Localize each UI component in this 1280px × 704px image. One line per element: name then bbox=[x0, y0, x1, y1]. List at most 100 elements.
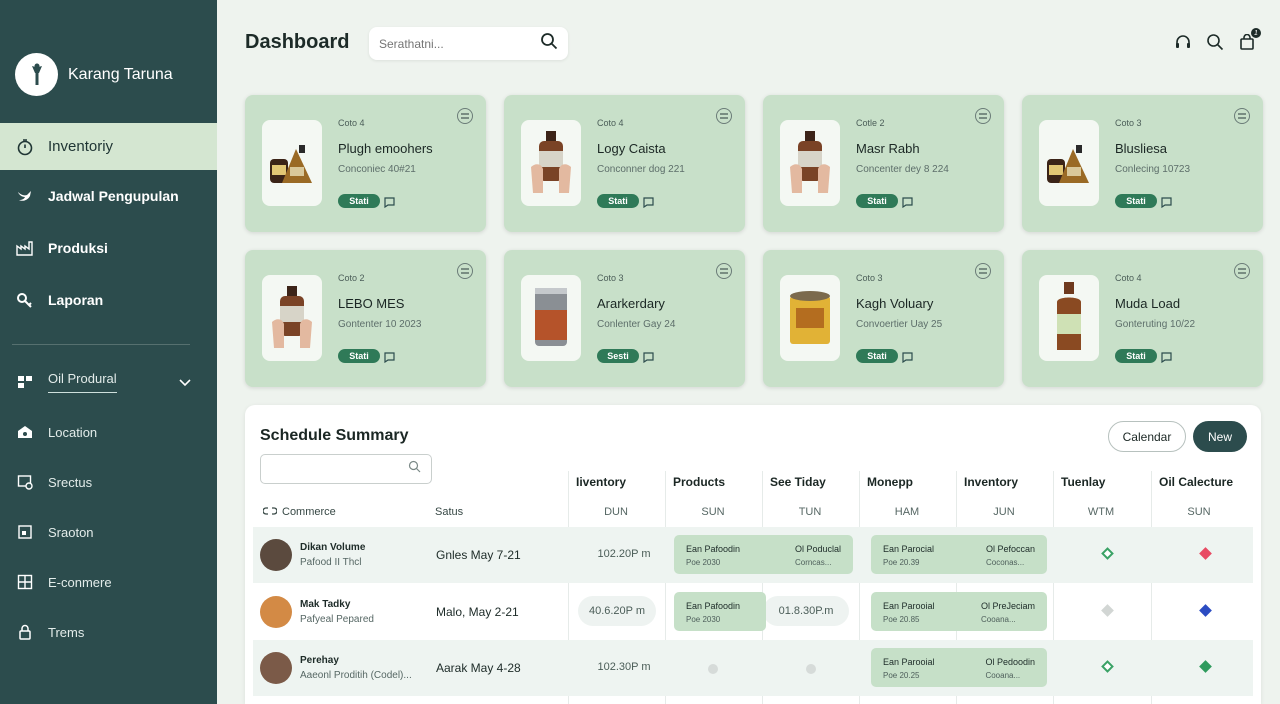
sidebar-item-label: Srectus bbox=[48, 474, 93, 490]
status-diamond-icon[interactable] bbox=[1101, 604, 1114, 617]
sidebar-item-inventory[interactable]: Inventoriy bbox=[0, 123, 217, 170]
product-image bbox=[521, 275, 581, 361]
column-header[interactable]: Inventory bbox=[964, 475, 1018, 489]
column-header[interactable]: Tuenlay bbox=[1061, 475, 1105, 489]
status-badge[interactable]: Stati bbox=[1115, 194, 1157, 208]
column-header[interactable]: Monepp bbox=[867, 475, 913, 489]
product-card[interactable]: Coto 4 Logy Caista Conconner dog 221 Stati bbox=[504, 95, 745, 232]
product-card[interactable]: Cotle 2 Masr Rabh Concenter dey 8 224 Stati bbox=[763, 95, 1004, 232]
filter-icon[interactable] bbox=[716, 108, 732, 124]
time-value: 102.30P m bbox=[597, 661, 651, 673]
sidebar-item-laporan[interactable]: Laporan bbox=[0, 274, 217, 326]
schedule-summary: Schedule Summary Calendar New Commerce Sa… bbox=[245, 405, 1261, 704]
status-badge[interactable]: Stati bbox=[1115, 349, 1157, 363]
status-diamond-icon[interactable] bbox=[1199, 660, 1212, 673]
status-badge[interactable]: Stati bbox=[338, 349, 380, 363]
main-content: Dashboard 1 Coto 4 Plugh emoohers Conconie… bbox=[217, 0, 1280, 704]
sidebar-item-location[interactable]: Location bbox=[0, 407, 217, 457]
headset-icon[interactable] bbox=[1174, 33, 1192, 51]
product-meta: Conlenter Gay 24 bbox=[597, 319, 676, 330]
sidebar-item-jadwal[interactable]: Jadwal Pengupulan bbox=[0, 170, 217, 222]
filter-icon[interactable] bbox=[716, 263, 732, 279]
product-name: Ararkerdary bbox=[597, 296, 665, 311]
status-diamond-icon[interactable] bbox=[1199, 604, 1212, 617]
search-input[interactable] bbox=[379, 36, 529, 51]
row-subtitle: Aaeonl Proditih (Codel)... bbox=[300, 670, 412, 681]
table-row[interactable]: Dikan Volume Pafood II Thcl Gnles May 7-21… bbox=[253, 527, 1253, 583]
sidebar-item-e-conmere[interactable]: E-conmere bbox=[0, 557, 217, 607]
status-badge[interactable]: Stati bbox=[856, 349, 898, 363]
message-icon[interactable] bbox=[384, 350, 395, 364]
sidebar-item-produksi[interactable]: Produksi bbox=[0, 222, 217, 274]
column-header-commerce: Commerce bbox=[262, 506, 336, 518]
avatar bbox=[260, 596, 292, 628]
product-card[interactable]: Coto 3 Blusliesa Conlecing 10723 Stati bbox=[1022, 95, 1263, 232]
schedule-event[interactable]: Ean Pafoodin Poe 2030 bbox=[674, 592, 766, 631]
status-badge[interactable]: Stati bbox=[338, 194, 380, 208]
search-box[interactable] bbox=[369, 27, 568, 60]
status-badge[interactable]: Stati bbox=[597, 194, 639, 208]
message-icon[interactable] bbox=[643, 195, 654, 209]
bag-icon[interactable]: 1 bbox=[1238, 28, 1261, 51]
filter-icon[interactable] bbox=[975, 108, 991, 124]
status-diamond-icon[interactable] bbox=[1101, 547, 1114, 560]
sidebar-item-label: E-conmere bbox=[48, 574, 112, 590]
table-row[interactable]: Mak Tadky Pafyeal Pepared Malo, May 2-21 40… bbox=[253, 584, 1253, 640]
product-image bbox=[780, 275, 840, 361]
sidebar-item-srectus[interactable]: Srectus bbox=[0, 457, 217, 507]
sidebar-item-label: Sraoton bbox=[48, 524, 94, 540]
event-title: Ol PreJeciam bbox=[980, 601, 1035, 611]
notification-badge: 1 bbox=[1251, 28, 1261, 38]
status-badge[interactable]: Sesti bbox=[597, 349, 639, 363]
new-button[interactable]: New bbox=[1193, 421, 1247, 452]
product-category: Cotle 2 bbox=[856, 118, 885, 128]
column-day: JUN bbox=[993, 506, 1015, 518]
sidebar-item-trems[interactable]: Trems bbox=[0, 607, 217, 657]
product-card[interactable]: Coto 2 LEBO MES Gontenter 10 2023 Stati bbox=[245, 250, 486, 387]
search-icon[interactable] bbox=[1206, 33, 1224, 51]
message-icon[interactable] bbox=[643, 350, 654, 364]
schedule-event[interactable]: Ean Parooial Poe 20.85 Ol PreJeciam Cooana.… bbox=[871, 592, 1047, 631]
schedule-title: Schedule Summary bbox=[260, 427, 409, 444]
chevron-down-icon[interactable] bbox=[179, 375, 191, 390]
product-image bbox=[262, 275, 322, 361]
time-pill[interactable]: 40.6.20P m bbox=[578, 596, 656, 626]
message-icon[interactable] bbox=[384, 195, 395, 209]
filter-icon[interactable] bbox=[457, 108, 473, 124]
page-title: Dashboard bbox=[245, 31, 350, 53]
product-card[interactable]: Coto 4 Muda Load Gonteruting 10/22 Stati bbox=[1022, 250, 1263, 387]
product-card[interactable]: Coto 3 Ararkerdary Conlenter Gay 24 Sesti bbox=[504, 250, 745, 387]
time-pill[interactable]: 01.8.30P.m bbox=[763, 596, 849, 626]
column-header[interactable]: Oil Calecture bbox=[1159, 475, 1233, 489]
message-icon[interactable] bbox=[902, 350, 913, 364]
schedule-search-input[interactable] bbox=[260, 454, 432, 484]
brand[interactable]: Karang Taruna bbox=[0, 0, 217, 123]
message-icon[interactable] bbox=[1161, 350, 1172, 364]
schedule-event[interactable]: Ean Parocial Poe 20.39 Ol Pefoccan Coconas.… bbox=[871, 535, 1047, 574]
sidebar-item-oil-produral[interactable]: Oil Produral bbox=[0, 357, 217, 407]
event-detail: Poe 2030 bbox=[686, 615, 721, 624]
status-badge[interactable]: Stati bbox=[856, 194, 898, 208]
table-row[interactable]: Perehay Aaeonl Proditih (Codel)... Aarak M… bbox=[253, 640, 1253, 696]
column-day: DUN bbox=[604, 506, 628, 518]
sidebar-item-sraoton[interactable]: Sraoton bbox=[0, 507, 217, 557]
product-card[interactable]: Coto 4 Plugh emoohers Conconiec 40#21 Stati bbox=[245, 95, 486, 232]
column-header[interactable]: Iiventory bbox=[576, 475, 626, 489]
schedule-event[interactable]: Ean Pafoodin Poe 2030 Ol Poduclal Corncas..… bbox=[674, 535, 853, 574]
status-diamond-icon[interactable] bbox=[1199, 547, 1212, 560]
calendar-button[interactable]: Calendar bbox=[1108, 421, 1186, 452]
filter-icon[interactable] bbox=[1234, 263, 1250, 279]
column-header[interactable]: Products bbox=[673, 475, 725, 489]
column-header[interactable]: See Tiday bbox=[770, 475, 826, 489]
filter-icon[interactable] bbox=[1234, 108, 1250, 124]
event-title: Ean Parocial bbox=[883, 544, 935, 554]
search-icon[interactable] bbox=[540, 32, 558, 55]
filter-icon[interactable] bbox=[975, 263, 991, 279]
message-icon[interactable] bbox=[902, 195, 913, 209]
status-diamond-icon[interactable] bbox=[1101, 660, 1114, 673]
image-icon bbox=[16, 473, 34, 491]
message-icon[interactable] bbox=[1161, 195, 1172, 209]
product-card[interactable]: Coto 3 Kagh Voluary Convoertier Uay 25 Stat… bbox=[763, 250, 1004, 387]
filter-icon[interactable] bbox=[457, 263, 473, 279]
schedule-event[interactable]: Ean Parooial Poe 20.25 Ol Pedoodin Cooana..… bbox=[871, 648, 1047, 687]
